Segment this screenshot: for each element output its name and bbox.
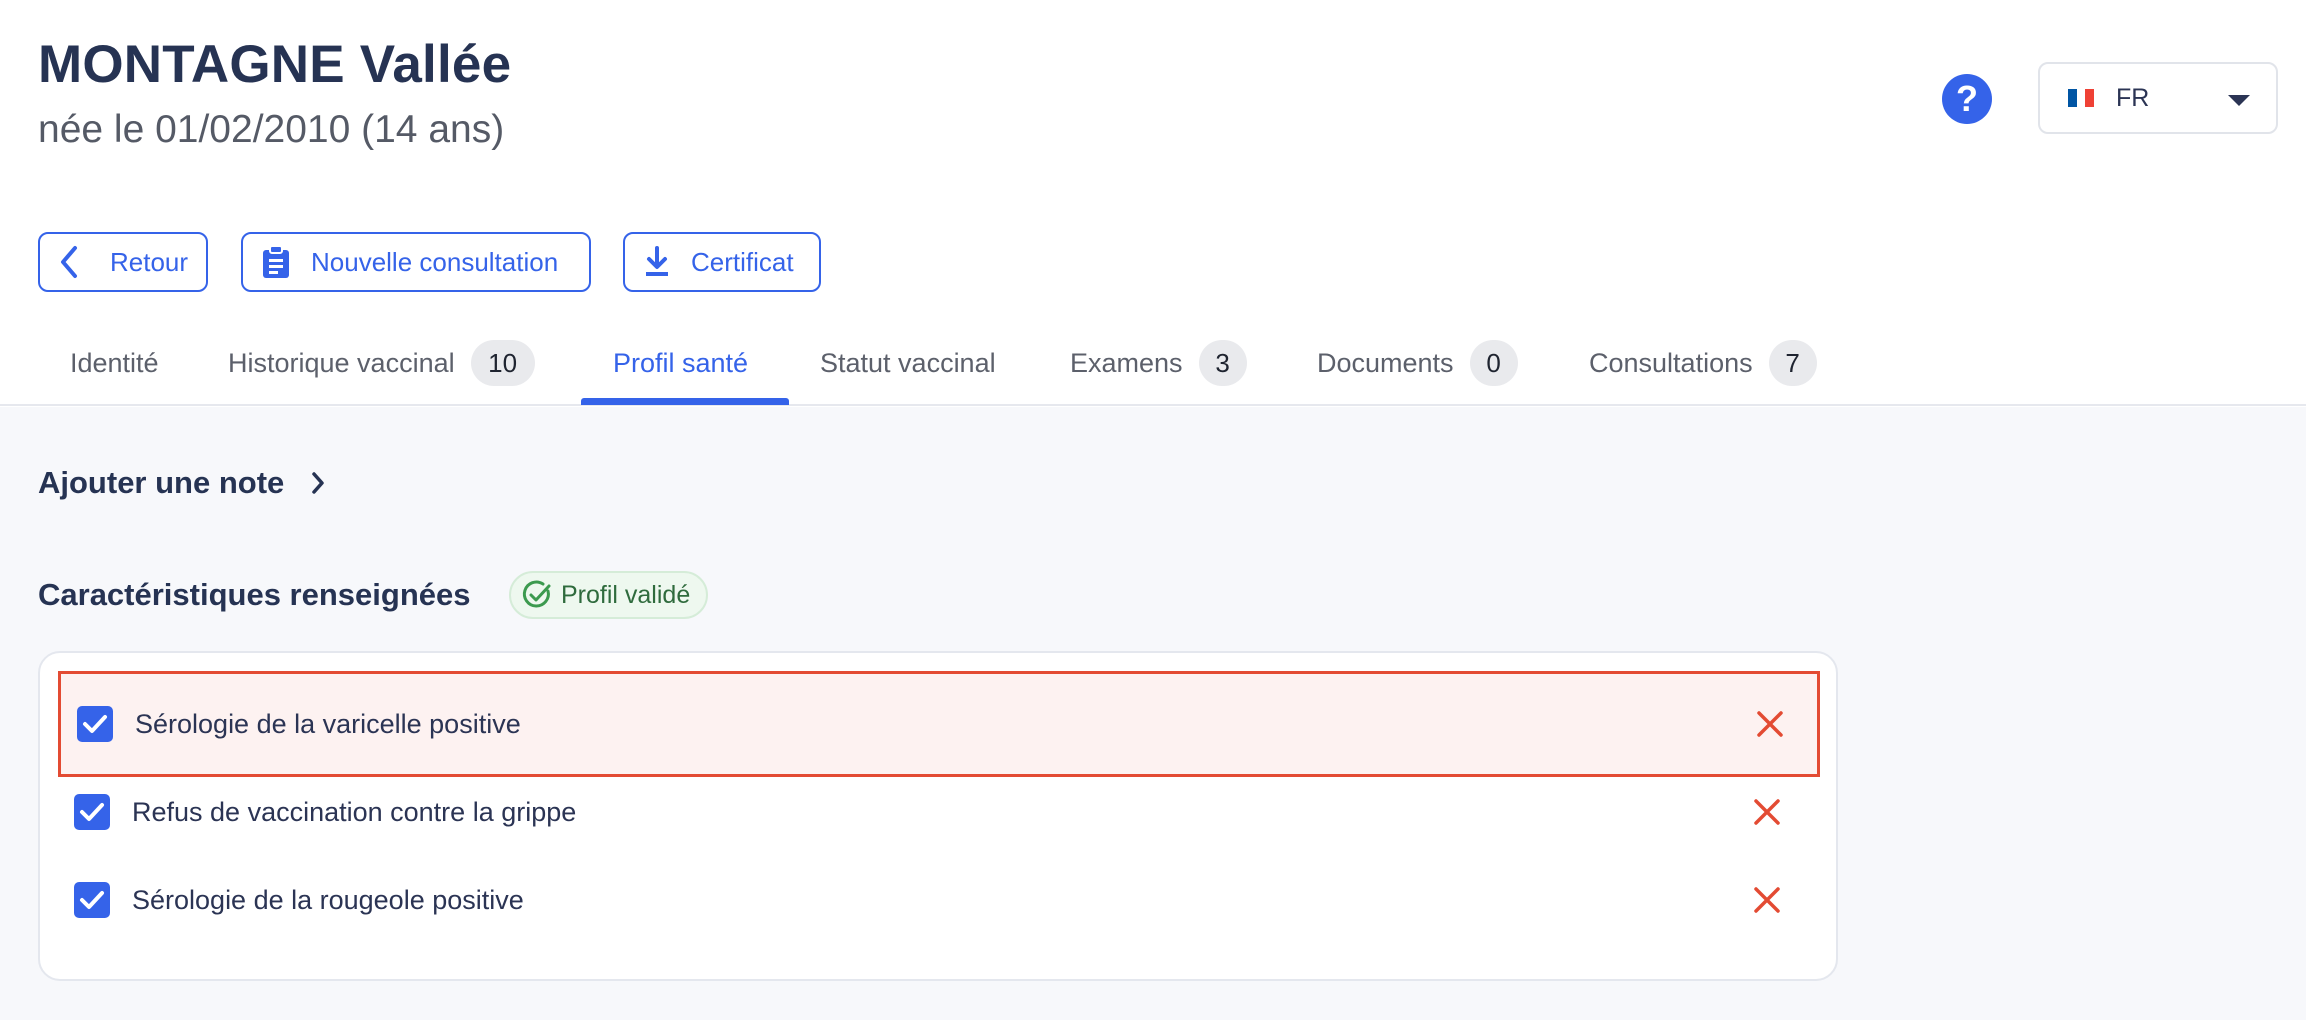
section-title: Caractéristiques renseignées — [38, 577, 471, 612]
count-badge: 7 — [1768, 340, 1817, 386]
count-badge: 3 — [1198, 340, 1247, 386]
tab-label: Statut vaccinal — [820, 347, 996, 378]
count-badge: 0 — [1469, 340, 1518, 386]
download-icon — [646, 246, 668, 276]
checkbox[interactable] — [74, 794, 110, 830]
french-flag-icon — [2068, 89, 2095, 107]
back-button-label: Retour — [110, 246, 189, 277]
patient-name: MONTAGNE Vallée — [38, 35, 512, 94]
tab-label: Documents — [1317, 347, 1454, 378]
clipboard-icon — [263, 245, 289, 278]
tab-label: Historique vaccinal — [228, 347, 455, 378]
tab-consultations[interactable]: Consultations 7 — [1589, 320, 1817, 406]
help-icon[interactable]: ? — [1942, 74, 1992, 124]
checkbox-check-icon — [80, 891, 104, 909]
chevron-left-icon — [61, 246, 77, 278]
patient-birthdate: née le 01/02/2010 (14 ans) — [38, 108, 505, 151]
back-button[interactable]: Retour — [38, 232, 208, 292]
close-icon[interactable] — [1750, 795, 1784, 829]
tab-label: Identité — [70, 347, 159, 378]
new-consultation-label: Nouvelle consultation — [311, 246, 559, 277]
language-select[interactable]: FR — [2038, 62, 2278, 134]
new-consultation-button[interactable]: Nouvelle consultation — [241, 232, 591, 292]
certificate-label: Certificat — [691, 246, 794, 277]
chevron-right-icon — [312, 472, 325, 494]
language-selected-value: FR — [2116, 83, 2150, 112]
checkbox[interactable] — [74, 882, 110, 918]
tab-profil-sante[interactable]: Profil santé — [613, 320, 748, 406]
tab-bar: Identité Historique vaccinal 10 Profil s… — [0, 320, 2306, 406]
tab-examens[interactable]: Examens 3 — [1070, 320, 1247, 406]
checkbox-check-icon — [83, 715, 107, 733]
add-note-label: Ajouter une note — [38, 465, 285, 500]
item-label: Refus de vaccination contre la grippe — [132, 796, 577, 827]
close-icon[interactable] — [1753, 707, 1787, 741]
tab-statut-vaccinal[interactable]: Statut vaccinal — [820, 320, 996, 406]
tab-historique-vaccinal[interactable]: Historique vaccinal 10 — [228, 320, 535, 406]
characteristics-card: Sérologie de la varicelle positive Refus… — [38, 651, 1838, 981]
add-note-toggle[interactable]: Ajouter une note — [38, 465, 326, 501]
active-tab-indicator — [581, 398, 789, 405]
checkbox[interactable] — [77, 706, 113, 742]
certificate-button[interactable]: Certificat — [623, 232, 821, 292]
close-icon[interactable] — [1750, 883, 1784, 917]
tab-identite[interactable]: Identité — [70, 320, 159, 406]
item-label: Sérologie de la varicelle positive — [135, 708, 521, 739]
tab-documents[interactable]: Documents 0 — [1317, 320, 1518, 406]
check-circle-icon — [522, 580, 551, 608]
checkbox-check-icon — [80, 803, 104, 821]
tab-label: Examens — [1070, 347, 1183, 378]
caret-down-icon — [2228, 95, 2250, 106]
list-item: Sérologie de la rougeole positive — [58, 847, 1820, 953]
status-badge-label: Profil validé — [561, 580, 691, 609]
status-badge: Profil validé — [509, 571, 709, 619]
item-label: Sérologie de la rougeole positive — [132, 884, 524, 915]
tab-label: Consultations — [1589, 347, 1753, 378]
count-badge: 10 — [470, 340, 535, 386]
profile-content: Ajouter une note Caractéristiques rensei… — [0, 407, 2306, 1020]
tab-label: Profil santé — [613, 347, 749, 378]
